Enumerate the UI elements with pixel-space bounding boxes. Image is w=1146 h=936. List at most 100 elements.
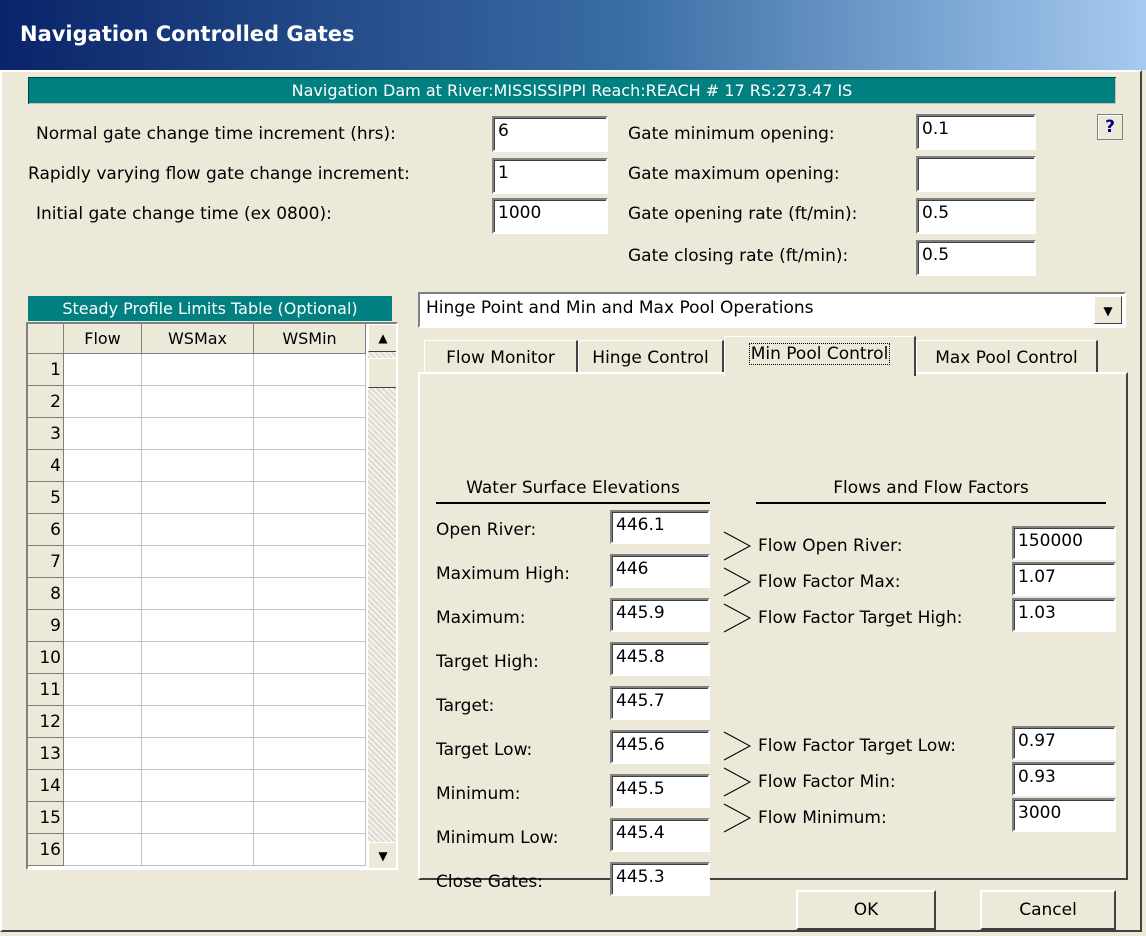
row-header[interactable]: 9 xyxy=(28,610,64,642)
tab-min-pool-control[interactable]: Min Pool Control xyxy=(724,336,916,376)
flow-cell[interactable] xyxy=(64,418,142,450)
wsmin-cell[interactable] xyxy=(254,514,366,546)
window-title: Navigation Controlled Gates xyxy=(20,22,355,46)
column-header-wsmax[interactable]: WSMax xyxy=(142,324,254,354)
row-header[interactable]: 3 xyxy=(28,418,64,450)
wsmin-cell[interactable] xyxy=(254,642,366,674)
connector-chevron xyxy=(723,731,752,761)
wsmin-cell[interactable] xyxy=(254,706,366,738)
wsmax-cell[interactable] xyxy=(142,418,254,450)
flow-cell[interactable] xyxy=(64,802,142,834)
connector-chevron xyxy=(723,567,752,597)
wsmin-cell[interactable] xyxy=(254,738,366,770)
wsmax-cell[interactable] xyxy=(142,482,254,514)
tab-max-pool-control[interactable]: Max Pool Control xyxy=(916,340,1098,374)
wsmax-cell[interactable] xyxy=(142,802,254,834)
wsmin-cell[interactable] xyxy=(254,578,366,610)
wsmax-cell[interactable] xyxy=(142,386,254,418)
min-opening-input[interactable]: 0.1 xyxy=(916,114,1036,150)
wsmax-cell[interactable] xyxy=(142,834,254,866)
wsmin-cell[interactable] xyxy=(254,834,366,866)
flow-cell[interactable] xyxy=(64,386,142,418)
column-header-wsmin[interactable]: WSMin xyxy=(254,324,366,354)
wsmax-cell[interactable] xyxy=(142,514,254,546)
initial-time-input[interactable]: 1000 xyxy=(492,198,608,234)
wsmin-cell[interactable] xyxy=(254,418,366,450)
tab-label: Hinge Control xyxy=(592,348,709,368)
opening-rate-input[interactable]: 0.5 xyxy=(916,198,1036,234)
row-header[interactable]: 6 xyxy=(28,514,64,546)
max-opening-input[interactable] xyxy=(916,156,1036,192)
wsmin-cell[interactable] xyxy=(254,354,366,386)
flow-cell[interactable] xyxy=(64,706,142,738)
scroll-down-icon[interactable]: ▼ xyxy=(368,842,396,868)
wsmin-cell[interactable] xyxy=(254,482,366,514)
normal-increment-input[interactable]: 6 xyxy=(492,116,608,152)
wsmax-cell[interactable] xyxy=(142,610,254,642)
row-header[interactable]: 1 xyxy=(28,354,64,386)
wsmin-cell[interactable] xyxy=(254,450,366,482)
tab-hinge-control[interactable]: Hinge Control xyxy=(578,340,724,374)
row-header[interactable]: 13 xyxy=(28,738,64,770)
row-header[interactable]: 4 xyxy=(28,450,64,482)
wsmax-cell[interactable] xyxy=(142,450,254,482)
flow-cell[interactable] xyxy=(64,546,142,578)
flow-cell[interactable] xyxy=(64,514,142,546)
connector-chevron xyxy=(723,603,752,633)
scroll-up-icon[interactable]: ▲ xyxy=(368,324,396,352)
row-header[interactable]: 7 xyxy=(28,546,64,578)
table-scrollbar[interactable]: ▲ ▼ xyxy=(368,324,396,868)
row-header[interactable]: 11 xyxy=(28,674,64,706)
title-bar[interactable]: Navigation Controlled Gates xyxy=(0,0,1146,70)
wsmax-cell[interactable] xyxy=(142,738,254,770)
wsmin-cell[interactable] xyxy=(254,386,366,418)
rapid-increment-input[interactable]: 1 xyxy=(492,158,608,194)
wsmax-cell[interactable] xyxy=(142,578,254,610)
flow-cell[interactable] xyxy=(64,450,142,482)
flow-cell[interactable] xyxy=(64,610,142,642)
row-header[interactable]: 8 xyxy=(28,578,64,610)
row-header[interactable]: 14 xyxy=(28,770,64,802)
closing-rate-label: Gate closing rate (ft/min): xyxy=(628,246,849,266)
column-header-flow[interactable]: Flow xyxy=(64,324,142,354)
ok-button[interactable]: OK xyxy=(796,890,936,930)
wsmax-cell[interactable] xyxy=(142,674,254,706)
flow-cell[interactable] xyxy=(64,642,142,674)
wsmax-cell[interactable] xyxy=(142,642,254,674)
row-header[interactable]: 2 xyxy=(28,386,64,418)
steady-table-title: Steady Profile Limits Table (Optional) xyxy=(28,296,392,321)
flow-cell[interactable] xyxy=(64,482,142,514)
scroll-thumb[interactable] xyxy=(368,358,396,388)
location-banner: Navigation Dam at River:MISSISSIPPI Reac… xyxy=(28,77,1116,104)
flow-cell[interactable] xyxy=(64,770,142,802)
wsmin-cell[interactable] xyxy=(254,546,366,578)
wsmin-cell[interactable] xyxy=(254,610,366,642)
tab-flow-monitor[interactable]: Flow Monitor xyxy=(424,340,578,374)
flow-cell[interactable] xyxy=(64,834,142,866)
cancel-button[interactable]: Cancel xyxy=(980,890,1116,930)
flow-cell[interactable] xyxy=(64,674,142,706)
flow-cell[interactable] xyxy=(64,738,142,770)
row-header[interactable]: 12 xyxy=(28,706,64,738)
row-header[interactable]: 16 xyxy=(28,834,64,866)
normal-increment-label: Normal gate change time increment (hrs): xyxy=(36,124,396,144)
closing-rate-input[interactable]: 0.5 xyxy=(916,240,1036,276)
wsmin-cell[interactable] xyxy=(254,674,366,706)
row-header[interactable]: 15 xyxy=(28,802,64,834)
min-pool-panel: Water Surface Elevations Flows and Flow … xyxy=(418,372,1128,896)
row-header[interactable]: 10 xyxy=(28,642,64,674)
connector-chevrons xyxy=(723,531,752,833)
wsmin-cell[interactable] xyxy=(254,770,366,802)
operation-select[interactable]: Hinge Point and Min and Max Pool Operati… xyxy=(418,292,1126,328)
wsmin-cell[interactable] xyxy=(254,802,366,834)
wsmax-cell[interactable] xyxy=(142,706,254,738)
help-icon[interactable]: ? xyxy=(1097,114,1123,140)
wsmax-cell[interactable] xyxy=(142,546,254,578)
wsmax-cell[interactable] xyxy=(142,354,254,386)
flow-cell[interactable] xyxy=(64,578,142,610)
steady-profile-table[interactable]: Flow WSMax WSMin 1 2 3 4 5 6 7 8 9 10 11 12 13 14 15 16… xyxy=(26,322,398,870)
wsmax-cell[interactable] xyxy=(142,770,254,802)
flow-cell[interactable] xyxy=(64,354,142,386)
chevron-down-icon[interactable]: ▼ xyxy=(1094,296,1122,324)
row-header[interactable]: 5 xyxy=(28,482,64,514)
